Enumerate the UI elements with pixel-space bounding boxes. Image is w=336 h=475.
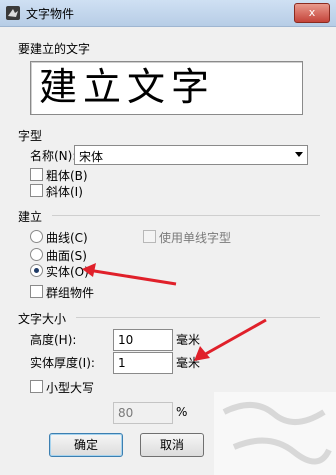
text-object-dialog: 文字物件 x 要建立的文字 建立文字 字型 名称(N): 宋体 粗体(B) 斜体…	[0, 0, 336, 475]
curve-label: 曲线(C)	[46, 231, 88, 245]
cancel-button[interactable]: 取消	[140, 433, 204, 457]
bold-label: 粗体(B)	[46, 169, 88, 183]
close-button[interactable]: x	[294, 3, 330, 23]
close-icon: x	[308, 6, 316, 19]
group-objects-checkbox[interactable]	[30, 285, 43, 298]
single-stroke-checkbox[interactable]	[143, 230, 156, 243]
small-caps-value: 80	[118, 406, 134, 420]
annotation-arrow-icon	[194, 318, 267, 361]
build-separator	[52, 215, 320, 216]
curve-radio[interactable]	[30, 230, 43, 243]
surface-radio[interactable]	[30, 248, 43, 261]
bold-checkbox[interactable]	[30, 168, 43, 181]
thickness-label: 实体厚度(I):	[30, 356, 95, 370]
rhino-app-icon	[6, 6, 20, 20]
small-caps-checkbox[interactable]	[30, 380, 43, 393]
italic-label: 斜体(I)	[46, 185, 83, 199]
small-caps-input[interactable]: 80	[113, 402, 173, 424]
build-section-label: 建立	[18, 210, 43, 224]
thickness-value: 1	[118, 356, 126, 370]
selected-dot	[34, 268, 39, 273]
font-name-select[interactable]: 宋体	[74, 145, 308, 165]
thickness-input[interactable]: 1	[113, 352, 173, 374]
italic-checkbox[interactable]	[30, 184, 43, 197]
annotation-arrow-icon	[82, 263, 177, 286]
watermark-graphic	[214, 392, 336, 475]
text-content-value: 建立文字	[39, 65, 216, 109]
text-content-input[interactable]: 建立文字	[30, 61, 303, 115]
chevron-down-icon	[295, 152, 303, 157]
font-name-value: 宋体	[79, 150, 104, 164]
create-text-section-label: 要建立的文字	[18, 42, 91, 56]
small-caps-label: 小型大写	[46, 381, 95, 395]
ok-button[interactable]: 确定	[49, 433, 123, 457]
small-caps-unit: %	[176, 405, 188, 419]
font-name-label: 名称(N):	[30, 149, 77, 163]
height-value: 10	[118, 333, 134, 347]
solid-radio[interactable]	[30, 264, 43, 277]
size-section-label: 文字大小	[18, 312, 67, 326]
single-stroke-label: 使用单线字型	[159, 231, 232, 245]
title-bar[interactable]: 文字物件 x	[0, 0, 336, 27]
font-section-label: 字型	[18, 129, 43, 143]
height-input[interactable]: 10	[113, 329, 173, 351]
window-title: 文字物件	[26, 7, 75, 21]
height-label: 高度(H):	[30, 333, 77, 347]
